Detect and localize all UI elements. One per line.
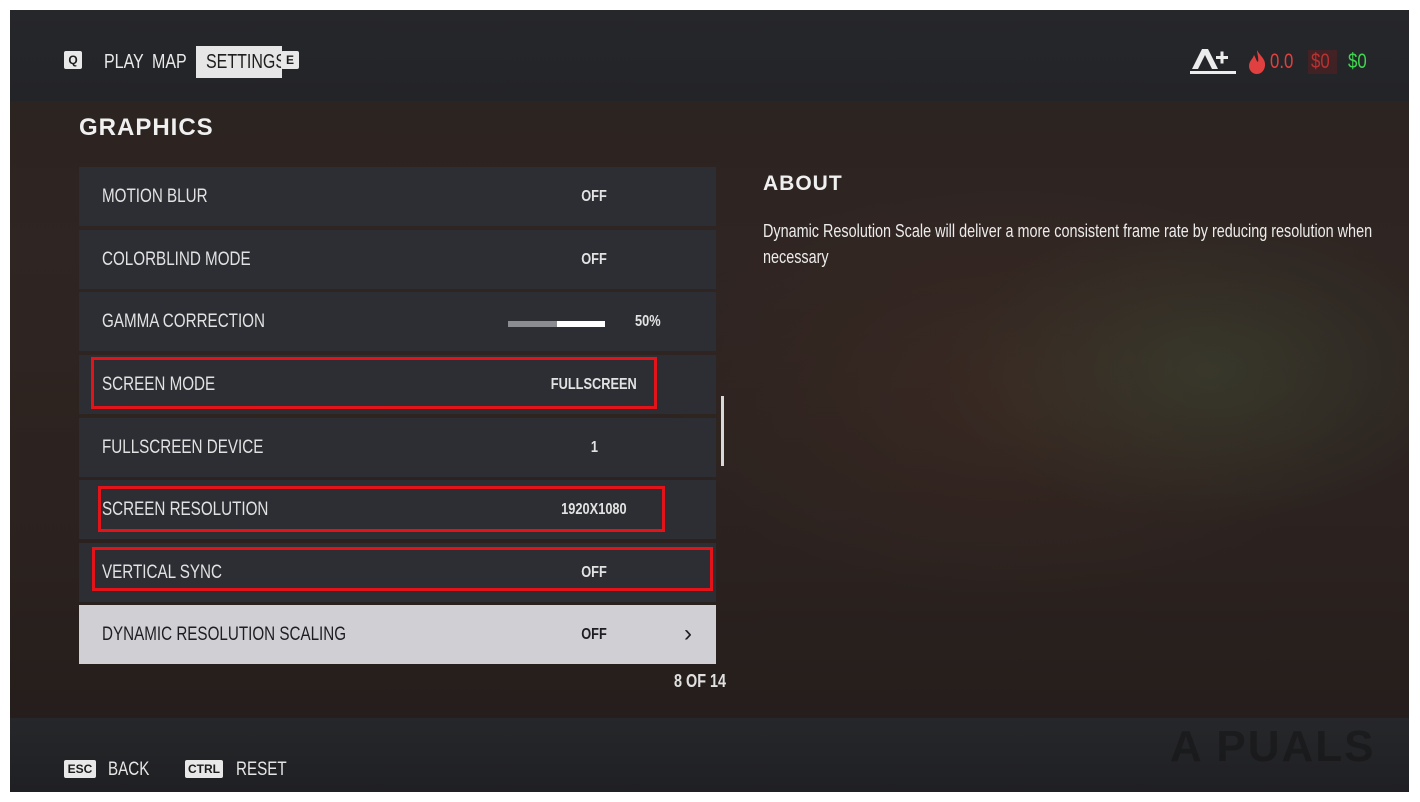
page-indicator: 8 OF 14 (674, 671, 727, 691)
tab-settings[interactable]: SETTINGS (196, 46, 286, 78)
setting-dynamic-resolution-scaling[interactable]: DYNAMIC RESOLUTION SCALING OFF › (79, 605, 716, 664)
bank-balance: $0 (1308, 50, 1338, 74)
section-title: GRAPHICS (79, 114, 214, 141)
appuals-watermark: A PUALS (1170, 722, 1376, 771)
heat-level: 0.0 (1270, 50, 1294, 73)
a-plus-rank-icon (1188, 47, 1238, 82)
highlight-box-vertical-sync (92, 547, 713, 591)
flame-icon (1246, 49, 1268, 80)
ctrl-key[interactable]: CTRL (185, 760, 223, 778)
tab-map[interactable]: MAP (152, 50, 195, 74)
setting-motion-blur[interactable]: MOTION BLUR OFF (79, 167, 716, 226)
next-tab-key[interactable]: E (281, 51, 299, 69)
setting-fullscreen-device[interactable]: FULLSCREEN DEVICE 1 (79, 418, 716, 477)
scrollbar[interactable] (721, 396, 724, 466)
setting-value: OFF (581, 251, 607, 268)
chevron-right-icon: › (684, 620, 692, 647)
setting-value: OFF (581, 188, 607, 205)
setting-colorblind-mode[interactable]: COLORBLIND MODE OFF (79, 230, 716, 289)
top-navigation-bar: Q PLAY MAP SETTINGS E 0.0 $0 $0 (10, 10, 1409, 101)
setting-value: OFF (581, 626, 607, 643)
setting-label: GAMMA CORRECTION (102, 311, 265, 332)
gamma-slider-fill (508, 321, 557, 327)
about-title: ABOUT (763, 172, 843, 195)
highlight-box-screen-resolution (98, 486, 665, 532)
setting-label: DYNAMIC RESOLUTION SCALING (102, 624, 347, 645)
setting-value: 1 (590, 439, 598, 456)
gamma-slider[interactable] (508, 321, 605, 327)
gamma-value: 50% (635, 313, 661, 330)
prev-tab-key[interactable]: Q (64, 51, 82, 69)
cash-balance: $0 (1348, 50, 1367, 73)
tab-play[interactable]: PLAY (104, 50, 154, 74)
back-button[interactable]: BACK (108, 758, 160, 782)
setting-gamma-correction[interactable]: GAMMA CORRECTION 50% (79, 292, 716, 351)
about-description: Dynamic Resolution Scale will deliver a … (763, 221, 1373, 267)
setting-label: MOTION BLUR (102, 186, 208, 207)
setting-label: COLORBLIND MODE (102, 249, 251, 270)
reset-button[interactable]: RESET (236, 758, 299, 782)
highlight-box-screen-mode (91, 357, 657, 409)
setting-label: FULLSCREEN DEVICE (102, 437, 264, 458)
esc-key[interactable]: ESC (64, 760, 96, 778)
game-settings-screen: Q PLAY MAP SETTINGS E 0.0 $0 $0 GRAPHICS… (10, 10, 1409, 792)
